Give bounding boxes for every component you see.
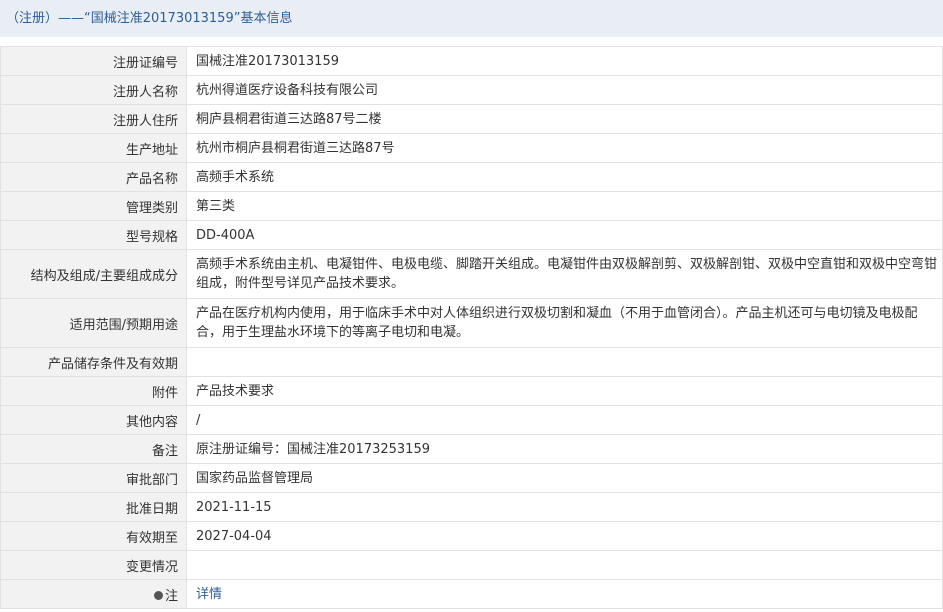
- row-label: 附件: [0, 376, 187, 406]
- table-row: 其他内容 /: [0, 405, 943, 435]
- note-row: 注 详情: [0, 579, 943, 609]
- row-label: 结构及组成/主要组成成分: [0, 249, 187, 299]
- table-row: 批准日期 2021-11-15: [0, 492, 943, 522]
- note-value-cell: 详情: [186, 579, 943, 609]
- row-label: 注册证编号: [0, 46, 187, 76]
- table-row: 注册证编号 国械注准20173013159: [0, 46, 943, 76]
- row-label: 注册人住所: [0, 104, 187, 134]
- row-label: 备注: [0, 434, 187, 464]
- table-row: 审批部门 国家药品监督管理局: [0, 463, 943, 493]
- row-value: 2027-04-04: [186, 521, 943, 551]
- row-value: 杭州市桐庐县桐君街道三达路87号: [186, 133, 943, 163]
- row-label: 管理类别: [0, 191, 187, 221]
- details-link[interactable]: 详情: [196, 587, 222, 602]
- registration-info-table: 注册证编号 国械注准20173013159 注册人名称 杭州得道医疗设备科技有限…: [0, 46, 943, 609]
- row-label: 有效期至: [0, 521, 187, 551]
- row-label: 产品名称: [0, 162, 187, 192]
- row-value: [186, 550, 943, 580]
- row-value: 杭州得道医疗设备科技有限公司: [186, 75, 943, 105]
- row-value: 产品技术要求: [186, 376, 943, 406]
- table-row: 管理类别 第三类: [0, 191, 943, 221]
- table-row: 变更情况: [0, 550, 943, 580]
- row-label: 其他内容: [0, 405, 187, 435]
- row-label: 注册人名称: [0, 75, 187, 105]
- table-row: 型号规格 DD-400A: [0, 220, 943, 250]
- row-value: 2021-11-15: [186, 492, 943, 522]
- note-dot-icon: [153, 590, 163, 600]
- row-label: 变更情况: [0, 550, 187, 580]
- row-label: 批准日期: [0, 492, 187, 522]
- table-row: 结构及组成/主要组成成分 高频手术系统由主机、电凝钳件、电极电缆、脚踏开关组成。…: [0, 249, 943, 299]
- row-label: 生产地址: [0, 133, 187, 163]
- table-row: 附件 产品技术要求: [0, 376, 943, 406]
- page-title: （注册）——“国械注准20173013159”基本信息: [0, 0, 943, 37]
- row-label: 适用范围/预期用途: [0, 298, 187, 348]
- table-row: 注册人住所 桐庐县桐君街道三达路87号二楼: [0, 104, 943, 134]
- table-row: 适用范围/预期用途 产品在医疗机构内使用，用于临床手术中对人体组织进行双极切割和…: [0, 298, 943, 348]
- row-label: 型号规格: [0, 220, 187, 250]
- row-value: 国家药品监督管理局: [186, 463, 943, 493]
- row-value: 原注册证编号：国械注准20173253159: [186, 434, 943, 464]
- row-value: 产品在医疗机构内使用，用于临床手术中对人体组织进行双极切割和凝血（不用于血管闭合…: [186, 298, 943, 348]
- row-value: 高频手术系统由主机、电凝钳件、电极电缆、脚踏开关组成。电凝钳件由双极解剖剪、双极…: [186, 249, 943, 299]
- table-row: 注册人名称 杭州得道医疗设备科技有限公司: [0, 75, 943, 105]
- table-row: 产品储存条件及有效期: [0, 347, 943, 377]
- table-row: 产品名称 高频手术系统: [0, 162, 943, 192]
- row-value: 桐庐县桐君街道三达路87号二楼: [186, 104, 943, 134]
- note-label-cell: 注: [0, 579, 187, 609]
- row-value: 高频手术系统: [186, 162, 943, 192]
- row-value: /: [186, 405, 943, 435]
- table-row: 生产地址 杭州市桐庐县桐君街道三达路87号: [0, 133, 943, 163]
- row-label: 审批部门: [0, 463, 187, 493]
- table-row: 备注 原注册证编号：国械注准20173253159: [0, 434, 943, 464]
- table-row: 有效期至 2027-04-04: [0, 521, 943, 551]
- row-value: DD-400A: [186, 220, 943, 250]
- row-value: 第三类: [186, 191, 943, 221]
- row-value: [186, 347, 943, 377]
- note-label: 注: [164, 588, 178, 604]
- row-value: 国械注准20173013159: [186, 46, 943, 76]
- row-label: 产品储存条件及有效期: [0, 347, 187, 377]
